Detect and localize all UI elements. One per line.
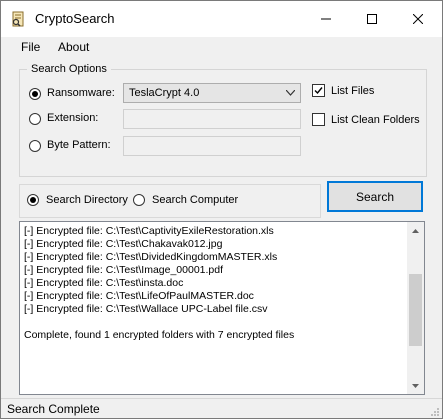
- list-files-checkbox[interactable]: [312, 84, 325, 97]
- ransomware-radio[interactable]: [29, 88, 41, 100]
- byte-pattern-radio[interactable]: [29, 140, 41, 152]
- log-summary: Complete, found 1 encrypted folders with…: [24, 329, 295, 341]
- checkmark-icon: [314, 87, 323, 95]
- status-text: Search Complete: [7, 402, 100, 416]
- status-bar: Search Complete: [1, 398, 442, 418]
- extension-label: Extension:: [47, 112, 99, 124]
- byte-pattern-label: Byte Pattern:: [47, 139, 111, 151]
- maximize-icon: [367, 14, 377, 24]
- list-clean-folders-label: List Clean Folders: [331, 114, 420, 126]
- close-icon: [413, 14, 423, 24]
- scroll-up-button[interactable]: [407, 222, 424, 239]
- log-line: [-] Encrypted file: C:\Test\Chakavak012.…: [24, 238, 223, 250]
- extension-input[interactable]: [123, 109, 301, 129]
- search-directory-label: Search Directory: [46, 194, 128, 206]
- scroll-thumb[interactable]: [409, 274, 422, 346]
- byte-pattern-input[interactable]: [123, 136, 301, 156]
- log-lines: [-] Encrypted file: C:\Test\CaptivityExi…: [24, 225, 404, 342]
- extension-radio[interactable]: [29, 113, 41, 125]
- log-scrollbar[interactable]: [407, 222, 424, 394]
- search-directory-radio[interactable]: [27, 194, 39, 206]
- window-title: CryptoSearch: [35, 11, 115, 26]
- menu-about[interactable]: About: [58, 40, 89, 54]
- log-line: [-] Encrypted file: C:\Test\CaptivityExi…: [24, 225, 274, 237]
- results-log[interactable]: [-] Encrypted file: C:\Test\CaptivityExi…: [19, 221, 425, 395]
- app-icon: [11, 11, 25, 27]
- search-computer-radio[interactable]: [133, 194, 145, 206]
- log-line: [-] Encrypted file: C:\Test\Image_00001.…: [24, 264, 224, 276]
- list-files-label: List Files: [331, 85, 375, 97]
- scroll-down-button[interactable]: [407, 377, 424, 394]
- search-computer-label: Search Computer: [152, 194, 239, 206]
- menu-file[interactable]: File: [21, 40, 40, 54]
- log-line: [-] Encrypted file: C:\Test\DividedKingd…: [24, 251, 278, 263]
- search-button[interactable]: Search: [327, 181, 423, 212]
- list-clean-folders-checkbox[interactable]: [312, 113, 325, 126]
- title-bar[interactable]: CryptoSearch: [1, 1, 442, 37]
- chevron-down-icon: [286, 90, 295, 96]
- log-line: [-] Encrypted file: C:\Test\insta.doc: [24, 277, 184, 289]
- resize-grip-icon[interactable]: [430, 407, 440, 417]
- menu-bar: File About: [1, 37, 442, 57]
- minimize-button[interactable]: [303, 1, 349, 37]
- maximize-button[interactable]: [349, 1, 395, 37]
- main-window: CryptoSearch File About Search Options R…: [0, 0, 443, 419]
- search-options-title: Search Options: [27, 63, 111, 75]
- close-button[interactable]: [395, 1, 441, 37]
- ransomware-select-value: TeslaCrypt 4.0: [129, 87, 200, 99]
- log-line: [-] Encrypted file: C:\Test\LifeOfPaulMA…: [24, 290, 254, 302]
- chevron-down-icon: [412, 383, 419, 388]
- minimize-icon: [321, 18, 331, 20]
- ransomware-label: Ransomware:: [47, 87, 115, 99]
- log-line: [-] Encrypted file: C:\Test\Wallace UPC-…: [24, 303, 268, 315]
- ransomware-select[interactable]: TeslaCrypt 4.0: [123, 83, 301, 103]
- chevron-up-icon: [412, 228, 419, 233]
